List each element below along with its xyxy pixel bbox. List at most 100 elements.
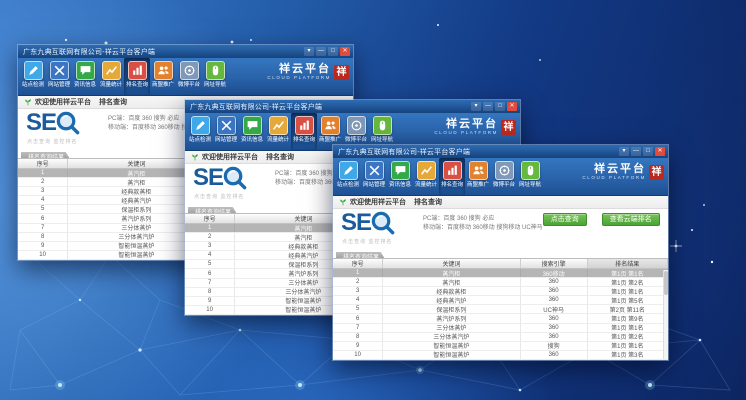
- toolbar-item-compass[interactable]: 微博平台: [491, 158, 517, 195]
- chat-icon: [243, 116, 262, 135]
- cell-serial: 10: [333, 351, 383, 359]
- table-row[interactable]: 4 经典蒸汽炉 360 第1页 第5名: [333, 296, 668, 305]
- minimize-button[interactable]: —: [483, 102, 493, 111]
- toolbar-item-bar-chart[interactable]: 排名查询: [439, 158, 465, 195]
- welcome-text: 欢迎使用祥云平台: [350, 197, 406, 207]
- toolbar-item-label: 流量统计: [267, 137, 289, 143]
- line-chart-icon: [417, 161, 436, 180]
- table-row[interactable]: 5 保温柜系列 UC神马 第2页 第11名: [333, 305, 668, 314]
- header-serial[interactable]: 序号: [18, 159, 68, 168]
- cell-ranking: 第1页 第3名: [588, 351, 668, 359]
- toolbar-item-tools[interactable]: 网站管理: [213, 113, 239, 150]
- maximize-button[interactable]: □: [495, 102, 505, 111]
- pencil-icon: [24, 61, 43, 80]
- seo-logo-text: SE: [341, 211, 371, 235]
- table-row[interactable]: 3 经典款蒸柜 360 第1页 第1名: [333, 287, 668, 296]
- table-row[interactable]: 7 三分体蒸炉 360 第1页 第1名: [333, 324, 668, 333]
- toolbar-item-compass[interactable]: 微博平台: [176, 58, 202, 95]
- toolbar-item-mouse[interactable]: 网址导航: [202, 58, 228, 95]
- table-row[interactable]: 9 智能恒温蒸炉 搜狗 第1页 第1名: [333, 342, 668, 351]
- app-window-front: 广东九典互联网有限公司-祥云平台客户端 ▾ — □ ✕ 站点检测 网站管理: [333, 145, 668, 360]
- skin-button[interactable]: ▾: [471, 102, 481, 111]
- welcome-text: 欢迎使用祥云平台: [202, 152, 258, 162]
- toolbar-item-chat[interactable]: 资讯信息: [239, 113, 265, 150]
- cell-serial: 2: [185, 233, 235, 241]
- cell-serial: 5: [185, 260, 235, 268]
- toolbar-item-pencil[interactable]: 站点检测: [20, 58, 46, 95]
- header-keyword[interactable]: 关键词: [383, 259, 520, 268]
- toolbar-item-line-chart[interactable]: 流量统计: [98, 58, 124, 95]
- toolbar-item-chat[interactable]: 资讯信息: [387, 158, 413, 195]
- table-row[interactable]: 1 蒸汽柜 360移动 第1页 第1名: [333, 269, 668, 278]
- skin-button[interactable]: ▾: [619, 147, 629, 156]
- cell-serial: 7: [18, 224, 68, 232]
- toolbar-item-bar-chart[interactable]: 排名查询: [291, 113, 317, 150]
- seo-logo: SE 点击查询 监控排名: [193, 166, 269, 201]
- toolbar-item-bar-chart[interactable]: 排名查询: [124, 58, 150, 95]
- header-ranking[interactable]: 排名结果: [588, 259, 668, 268]
- seo-logo-text: SE: [26, 111, 56, 135]
- header-serial[interactable]: 序号: [333, 259, 383, 268]
- cell-engine: 360: [521, 333, 588, 341]
- toolbar-item-tools[interactable]: 网站管理: [46, 58, 72, 95]
- scrollbar-thumb[interactable]: [664, 271, 668, 295]
- header-serial[interactable]: 序号: [185, 214, 235, 223]
- cell-keyword: 蒸汽炉系列: [383, 314, 520, 322]
- view-cloud-ranking-button[interactable]: 查看云端排名: [602, 213, 660, 226]
- bar-chart-icon: [128, 61, 147, 80]
- toolbar-item-label: 微博平台: [178, 82, 200, 88]
- skin-button[interactable]: ▾: [304, 47, 314, 56]
- compass-icon: [347, 116, 366, 135]
- minimize-button[interactable]: —: [316, 47, 326, 56]
- toolbar-item-chat[interactable]: 资讯信息: [72, 58, 98, 95]
- maximize-button[interactable]: □: [328, 47, 338, 56]
- cell-ranking: 第1页 第1名: [588, 324, 668, 332]
- window-title: 广东九典互联网有限公司-祥云平台客户端: [338, 147, 470, 157]
- tools-icon: [217, 116, 236, 135]
- vertical-scrollbar[interactable]: [663, 270, 668, 359]
- toolbar-item-label: 排名查询: [126, 82, 148, 88]
- close-button[interactable]: ✕: [655, 147, 665, 156]
- welcome-section: 排名查询: [266, 152, 294, 162]
- cell-serial: 4: [18, 196, 68, 204]
- welcome-section: 排名查询: [99, 97, 127, 107]
- maximize-button[interactable]: □: [643, 147, 653, 156]
- toolbar-item-line-chart[interactable]: 流量统计: [413, 158, 439, 195]
- toolbar-item-label: 网址导航: [371, 137, 393, 143]
- header-engine[interactable]: 搜索引擎: [521, 259, 588, 268]
- table-row[interactable]: 6 蒸汽炉系列 360 第1页 第9名: [333, 314, 668, 323]
- brand-seal-icon: 祥: [501, 120, 516, 135]
- toolbar-item-people[interactable]: 商盟推广: [150, 58, 176, 95]
- results-table: 序号 关键词 搜索引擎 排名结果 1 蒸汽柜 360移动 第1页 第1名 2 蒸…: [333, 258, 668, 360]
- toolbar-item-mouse[interactable]: 网址导航: [517, 158, 543, 195]
- toolbar-item-pencil[interactable]: 站点检测: [335, 158, 361, 195]
- toolbar-item-label: 商盟推广: [152, 82, 174, 88]
- cell-serial: 3: [333, 287, 383, 295]
- cell-serial: 2: [18, 178, 68, 186]
- toolbar-item-tools[interactable]: 网站管理: [361, 158, 387, 195]
- close-button[interactable]: ✕: [507, 102, 517, 111]
- people-icon: [154, 61, 173, 80]
- desktop-background: 广东九典互联网有限公司-祥云平台客户端 ▾ — □ ✕ 站点检测 网站管理: [0, 0, 746, 400]
- brand-name: 祥云平台: [267, 64, 331, 75]
- cell-keyword: 蒸汽柜: [383, 278, 520, 286]
- cell-serial: 6: [333, 314, 383, 322]
- cell-serial: 10: [185, 306, 235, 314]
- cell-keyword: 智能恒温蒸炉: [383, 342, 520, 350]
- welcome-section: 排名查询: [414, 197, 442, 207]
- chat-icon: [391, 161, 410, 180]
- mouse-icon: [373, 116, 392, 135]
- welcome-bar: 欢迎使用祥云平台 排名查询: [333, 196, 668, 209]
- table-row[interactable]: 8 三分体蒸汽炉 360 第1页 第2名: [333, 333, 668, 342]
- toolbar-item-line-chart[interactable]: 流量统计: [265, 113, 291, 150]
- main-toolbar: 站点检测 网站管理 资讯信息 流量统计 排名查询: [333, 158, 668, 196]
- close-button[interactable]: ✕: [340, 47, 350, 56]
- table-row[interactable]: 2 蒸汽柜 360 第1页 第2名: [333, 278, 668, 287]
- minimize-button[interactable]: —: [631, 147, 641, 156]
- toolbar-item-pencil[interactable]: 站点检测: [187, 113, 213, 150]
- query-button[interactable]: 点击查询: [543, 213, 587, 226]
- main-toolbar: 站点检测 网站管理 资讯信息 流量统计 排名查询: [18, 58, 353, 96]
- cell-engine: UC神马: [521, 305, 588, 313]
- toolbar-item-people[interactable]: 商盟推广: [465, 158, 491, 195]
- table-row[interactable]: 10 智能恒温蒸炉 360 第1页 第3名: [333, 351, 668, 360]
